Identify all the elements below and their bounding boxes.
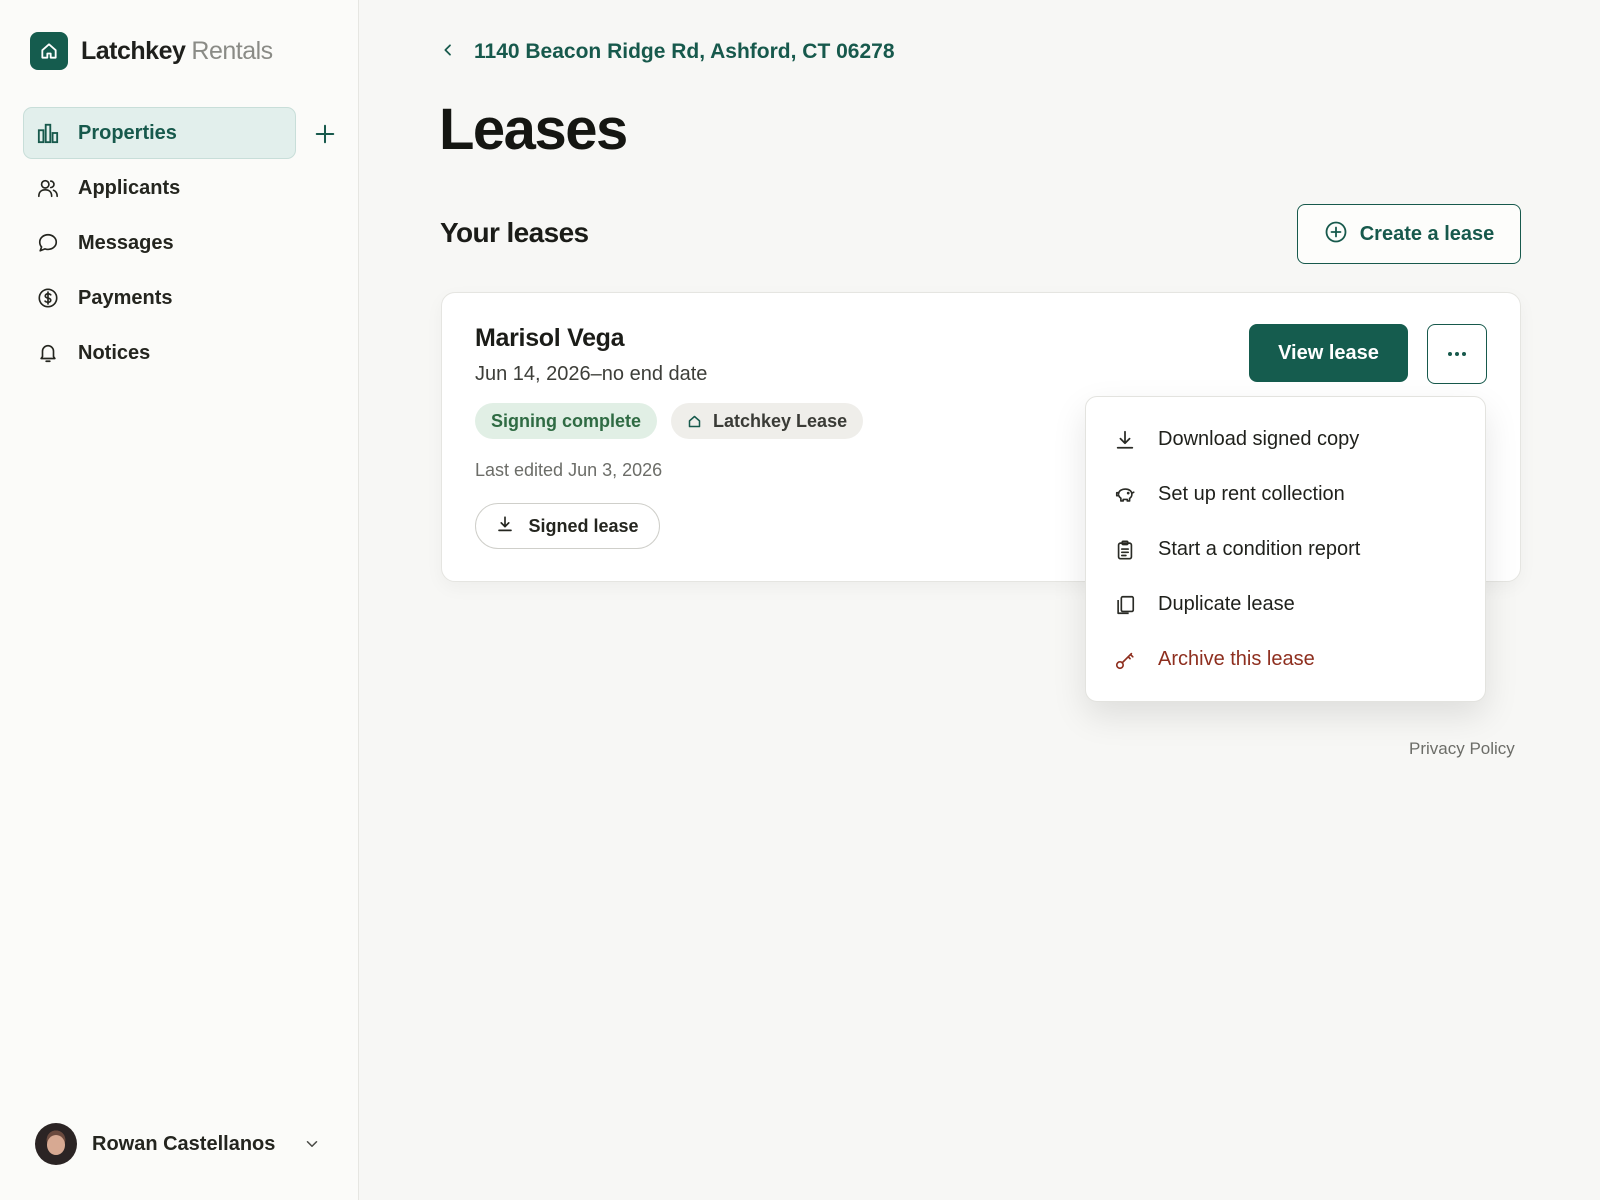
ellipsis-icon [1448, 352, 1466, 356]
plus-icon [315, 124, 335, 144]
sidebar-item-properties[interactable]: Properties [23, 107, 335, 159]
clipboard-icon [1113, 538, 1137, 562]
avatar [35, 1123, 77, 1165]
lease-type-label: Latchkey Lease [713, 410, 848, 431]
user-name: Rowan Castellanos [92, 1132, 276, 1155]
menu-item-label: Set up rent collection [1158, 483, 1345, 505]
download-icon [496, 515, 514, 538]
chat-bubble-icon [37, 232, 59, 254]
sidebar-item-label: Applicants [78, 176, 181, 199]
sidebar-item-label: Properties [78, 121, 177, 144]
lease-type-badge: Latchkey Lease [671, 403, 864, 439]
more-options-button[interactable] [1427, 324, 1487, 384]
chevron-down-icon [303, 1135, 321, 1153]
chevron-left-icon [440, 42, 456, 63]
sidebar-item-label: Notices [78, 341, 151, 364]
brand[interactable]: Latchkey Rentals [30, 32, 273, 70]
create-lease-label: Create a lease [1359, 222, 1495, 245]
view-lease-button[interactable]: View lease [1249, 324, 1408, 382]
bar-chart-icon [37, 122, 59, 144]
lease-actions-menu: Download signed copy Set up rent collect… [1085, 396, 1486, 702]
home-icon [30, 32, 68, 70]
menu-item-label: Start a condition report [1158, 538, 1361, 560]
menu-item-start-condition-report[interactable]: Start a condition report [1086, 522, 1485, 577]
signed-lease-label: Signed lease [528, 515, 639, 536]
menu-item-duplicate-lease[interactable]: Duplicate lease [1086, 577, 1485, 632]
bell-icon [37, 342, 59, 364]
menu-item-label: Duplicate lease [1158, 593, 1295, 615]
breadcrumb-address: 1140 Beacon Ridge Rd, Ashford, CT 06278 [474, 40, 895, 63]
sidebar-nav: Properties Applicants Messages Payments [23, 107, 335, 382]
sidebar-item-label: Messages [78, 231, 174, 254]
brand-subtitle: Rentals [191, 36, 273, 65]
menu-item-label: Archive this lease [1158, 648, 1315, 670]
tenant-name: Marisol Vega [475, 324, 625, 352]
dollar-circle-icon [37, 287, 59, 309]
lease-badges: Signing complete Latchkey Lease [475, 403, 877, 439]
copy-icon [1113, 593, 1137, 617]
sidebar-item-applicants[interactable]: Applicants [23, 162, 296, 214]
brand-name: Latchkey Rentals [81, 37, 273, 66]
user-menu[interactable]: Rowan Castellanos [35, 1123, 325, 1165]
page-title: Leases [439, 97, 628, 162]
signed-lease-button[interactable]: Signed lease [475, 503, 660, 549]
lease-dates: Jun 14, 2026–no end date [475, 363, 708, 385]
home-icon [687, 414, 702, 429]
section-title: Your leases [440, 217, 589, 248]
key-icon [1113, 648, 1137, 672]
breadcrumb[interactable]: 1140 Beacon Ridge Rd, Ashford, CT 06278 [440, 40, 895, 64]
last-edited: Last edited Jun 3, 2026 [475, 460, 663, 480]
add-property-button[interactable] [311, 120, 339, 148]
status-badge: Signing complete [475, 403, 658, 439]
download-icon [1113, 428, 1137, 452]
piggy-bank-icon [1113, 483, 1137, 507]
sidebar-item-notices[interactable]: Notices [23, 327, 296, 379]
menu-item-download-signed-copy[interactable]: Download signed copy [1086, 412, 1485, 467]
sidebar-item-label: Payments [78, 286, 173, 309]
sidebar-item-messages[interactable]: Messages [23, 217, 296, 269]
create-lease-button[interactable]: Create a lease [1297, 204, 1521, 264]
menu-item-archive-lease[interactable]: Archive this lease [1086, 632, 1485, 687]
menu-item-label: Download signed copy [1158, 428, 1360, 450]
sidebar: Latchkey Rentals Properties Applicants Me… [0, 0, 359, 1200]
users-icon [37, 177, 59, 199]
brand-title: Latchkey [81, 36, 186, 65]
sidebar-item-payments[interactable]: Payments [23, 272, 296, 324]
plus-circle-icon [1324, 220, 1348, 249]
privacy-policy-link[interactable]: Privacy Policy [1409, 739, 1515, 759]
menu-item-set-up-rent-collection[interactable]: Set up rent collection [1086, 467, 1485, 522]
